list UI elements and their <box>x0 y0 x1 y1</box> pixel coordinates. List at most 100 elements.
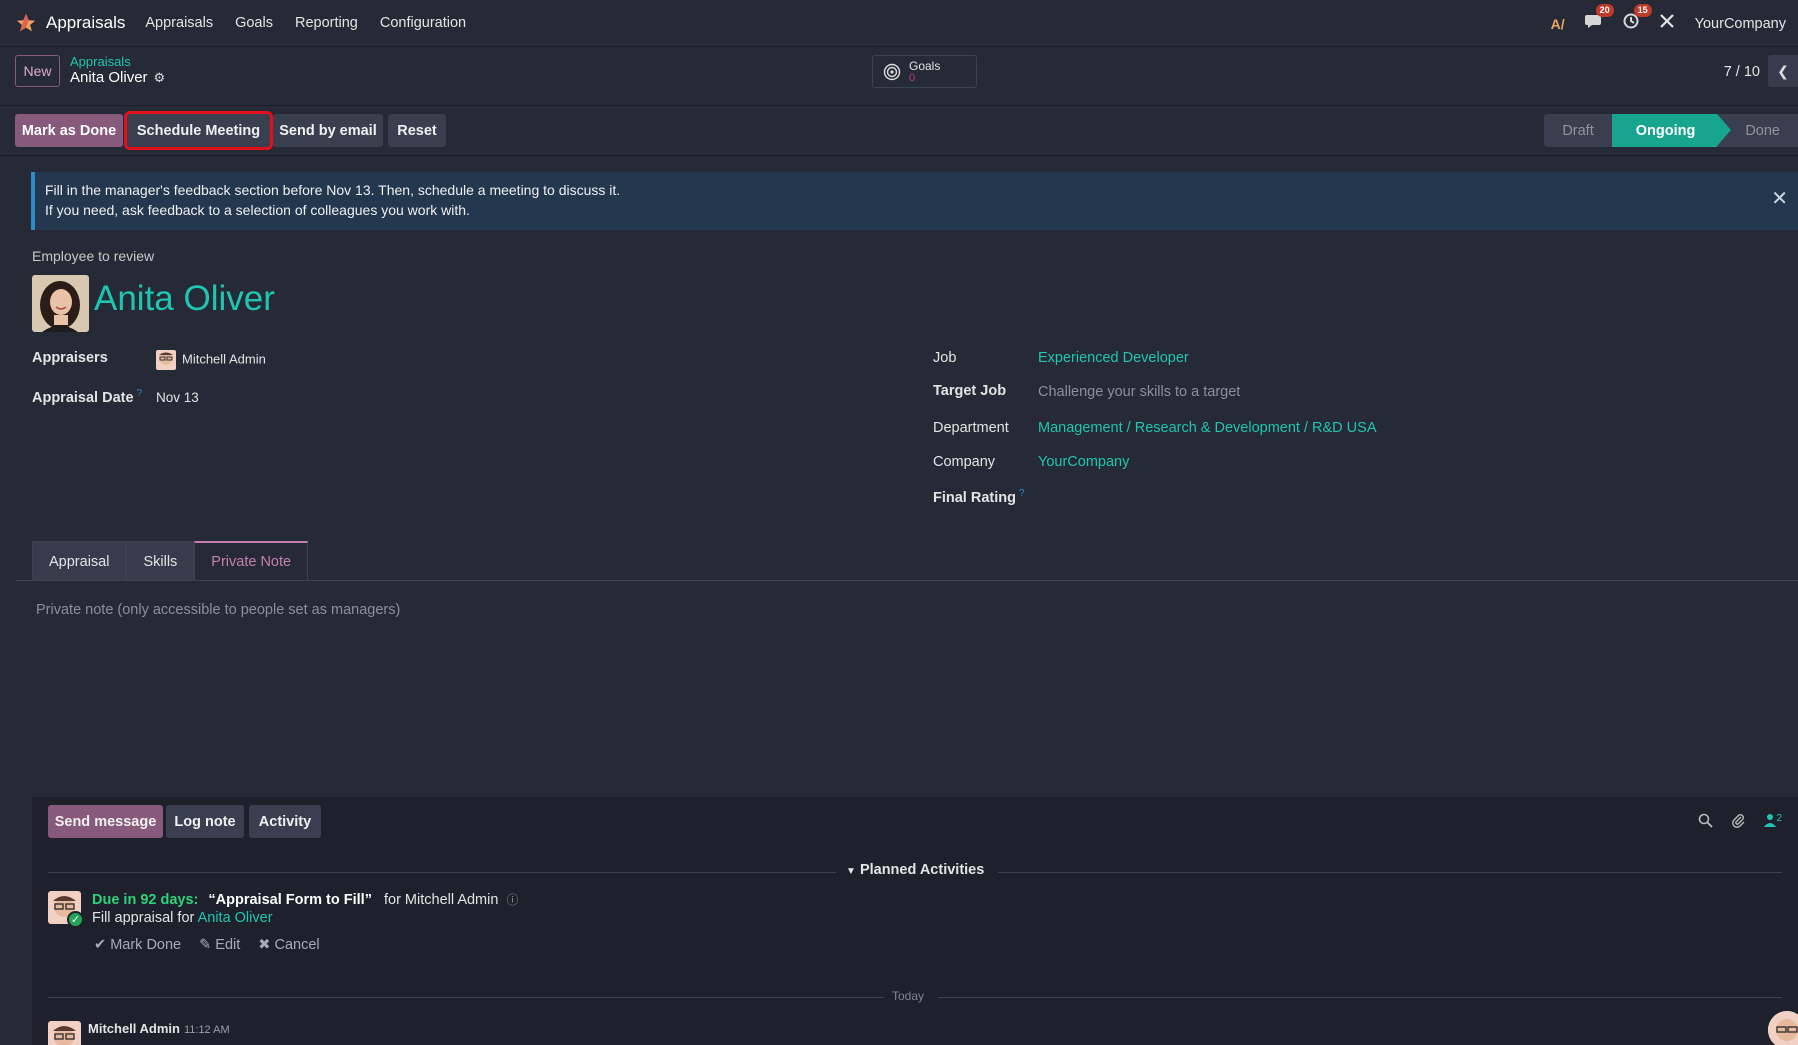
followers-button[interactable]: 2 <box>1764 813 1782 832</box>
followers-count: 2 <box>1776 813 1782 824</box>
debug-tools-icon[interactable] <box>1659 13 1675 34</box>
app-name[interactable]: Appraisals <box>46 13 125 33</box>
help-icon[interactable]: ? <box>1019 488 1025 499</box>
alert-line-1: Fill in the manager's feedback section b… <box>45 182 621 198</box>
planned-divider-left <box>48 872 836 873</box>
activities-badge: 15 <box>1633 4 1652 17</box>
appraiser-name: Mitchell Admin <box>182 351 266 367</box>
activity-button[interactable]: Activity <box>249 805 321 838</box>
breadcrumb: Appraisals Anita Oliver ⚙ <box>70 55 165 87</box>
activity-note-link[interactable]: Anita Oliver <box>198 910 273 926</box>
today-label: Today <box>892 989 925 1003</box>
activity-due: Due in 92 days: <box>92 892 199 908</box>
schedule-meeting-button[interactable]: Schedule Meeting <box>124 111 273 150</box>
message-author-avatar[interactable] <box>48 1021 81 1045</box>
planned-activities-title: Planned Activities <box>859 862 985 878</box>
cancel-activity-button[interactable]: ✖ Cancel <box>258 937 319 953</box>
send-message-button[interactable]: Send message <box>48 805 163 838</box>
mark-done-label: Mark Done <box>110 937 182 953</box>
target-job-input[interactable]: Challenge your skills to a target <box>1038 384 1240 400</box>
menu-reporting[interactable]: Reporting <box>295 15 358 31</box>
user-avatar[interactable] <box>1768 1011 1798 1045</box>
mark-as-done-button[interactable]: Mark as Done <box>15 114 123 147</box>
messages-badge: 20 <box>1595 4 1614 17</box>
private-note-input[interactable]: Private note (only accessible to people … <box>36 602 400 618</box>
tab-appraisal[interactable]: Appraisal <box>32 541 127 581</box>
employee-to-review-label: Employee to review <box>32 248 155 264</box>
form-tabs: Appraisal Skills Private Note <box>32 541 309 581</box>
job-value[interactable]: Experienced Developer <box>1038 350 1189 366</box>
navbar-systray: A/ 20 15 YourCompany <box>1551 0 1786 47</box>
caret-down-icon: ▼ <box>846 866 856 877</box>
gear-icon[interactable]: ⚙ <box>154 69 166 87</box>
search-icon[interactable] <box>1698 813 1714 832</box>
employee-avatar[interactable] <box>32 275 89 332</box>
tab-skills[interactable]: Skills <box>126 541 195 581</box>
chevron-left-icon: ❮ <box>1777 62 1789 79</box>
employee-name[interactable]: Anita Oliver <box>94 279 275 319</box>
goals-smart-button[interactable]: Goals 0 <box>872 55 977 88</box>
mark-done-button[interactable]: ✔ Mark Done <box>94 937 181 953</box>
reset-button[interactable]: Reset <box>388 114 446 147</box>
chatter: Send message Log note Activity 2 ▼ Plann… <box>32 797 1798 1045</box>
control-panel: New Appraisals Anita Oliver ⚙ Goals 0 7 … <box>0 47 1798 106</box>
company-switcher[interactable]: YourCompany <box>1695 16 1786 32</box>
planned-activities-toggle[interactable]: ▼ Planned Activities <box>846 862 984 878</box>
message-header: Mitchell Admin 11:12 AM <box>88 1021 230 1036</box>
help-icon[interactable]: ? <box>137 388 143 399</box>
user-icon <box>1764 814 1777 827</box>
tab-divider <box>16 580 1798 581</box>
target-job-label: Target Job <box>933 383 1007 399</box>
send-by-email-button[interactable]: Send by email <box>273 114 383 147</box>
messages-icon[interactable]: 20 <box>1584 4 1614 34</box>
appraisers-label: Appraisers <box>32 350 108 366</box>
pager-value[interactable]: 7 / 10 <box>1724 64 1760 80</box>
info-icon[interactable]: ⓘ <box>506 893 518 907</box>
appraisal-date-value[interactable]: Nov 13 <box>156 390 199 405</box>
stage-draft[interactable]: Draft <box>1544 114 1612 147</box>
menu-appraisals[interactable]: Appraisals <box>145 15 213 31</box>
status-bar: Mark as Done Schedule Meeting Send by em… <box>0 106 1798 156</box>
message-time: 11:12 AM <box>183 1024 230 1036</box>
breadcrumb-parent[interactable]: Appraisals <box>70 55 165 69</box>
edit-label: Edit <box>215 937 241 953</box>
breadcrumb-current: Anita Oliver ⚙ <box>70 69 165 87</box>
log-note-button[interactable]: Log note <box>166 805 244 838</box>
paperclip-icon[interactable] <box>1731 813 1746 832</box>
close-icon[interactable]: ✕ <box>1771 189 1788 209</box>
message-author[interactable]: Mitchell Admin <box>88 1021 180 1036</box>
planned-divider-right <box>998 872 1782 873</box>
tab-private-note[interactable]: Private Note <box>194 541 309 581</box>
appraiser-avatar <box>156 350 176 370</box>
appraisals-app-icon[interactable] <box>14 11 38 35</box>
ai-icon[interactable]: A/ <box>1551 16 1565 32</box>
today-divider-left <box>48 997 884 998</box>
main-menu: Appraisals Goals Reporting Configuration <box>145 15 466 31</box>
activity-summary: “Appraisal Form to Fill” <box>208 892 372 908</box>
department-value[interactable]: Management / Research & Development / R&… <box>1038 420 1376 436</box>
company-value[interactable]: YourCompany <box>1038 454 1129 470</box>
stage-ongoing[interactable]: Ongoing <box>1611 114 1731 147</box>
final-rating-label: Final Rating? <box>933 488 1025 506</box>
chatter-topbar-icons: 2 <box>1698 813 1782 832</box>
check-icon: ✓ <box>67 911 84 928</box>
alert-line-2: If you need, ask feedback to a selection… <box>45 202 470 218</box>
pager-previous-button[interactable]: ❮ <box>1768 55 1798 87</box>
activities-clock-icon[interactable]: 15 <box>1623 4 1652 34</box>
menu-goals[interactable]: Goals <box>235 15 273 31</box>
final-rating-label-text: Final Rating <box>933 489 1016 506</box>
edit-activity-button[interactable]: ✎ Edit <box>199 937 240 953</box>
menu-configuration[interactable]: Configuration <box>380 15 466 31</box>
appraiser-tag[interactable]: Mitchell Admin <box>156 350 266 370</box>
goals-text: Goals 0 <box>909 60 940 84</box>
close-icon: ✖ <box>258 937 271 953</box>
today-divider-right <box>938 997 1782 998</box>
appraisal-date-label-text: Appraisal Date <box>32 389 134 406</box>
goals-count: 0 <box>909 71 916 84</box>
breadcrumb-current-label: Anita Oliver <box>70 69 148 86</box>
goals-label: Goals <box>909 58 941 73</box>
company-label: Company <box>933 454 996 470</box>
job-label: Job <box>933 350 957 366</box>
new-button[interactable]: New <box>15 55 60 87</box>
pencil-icon: ✎ <box>199 937 212 953</box>
